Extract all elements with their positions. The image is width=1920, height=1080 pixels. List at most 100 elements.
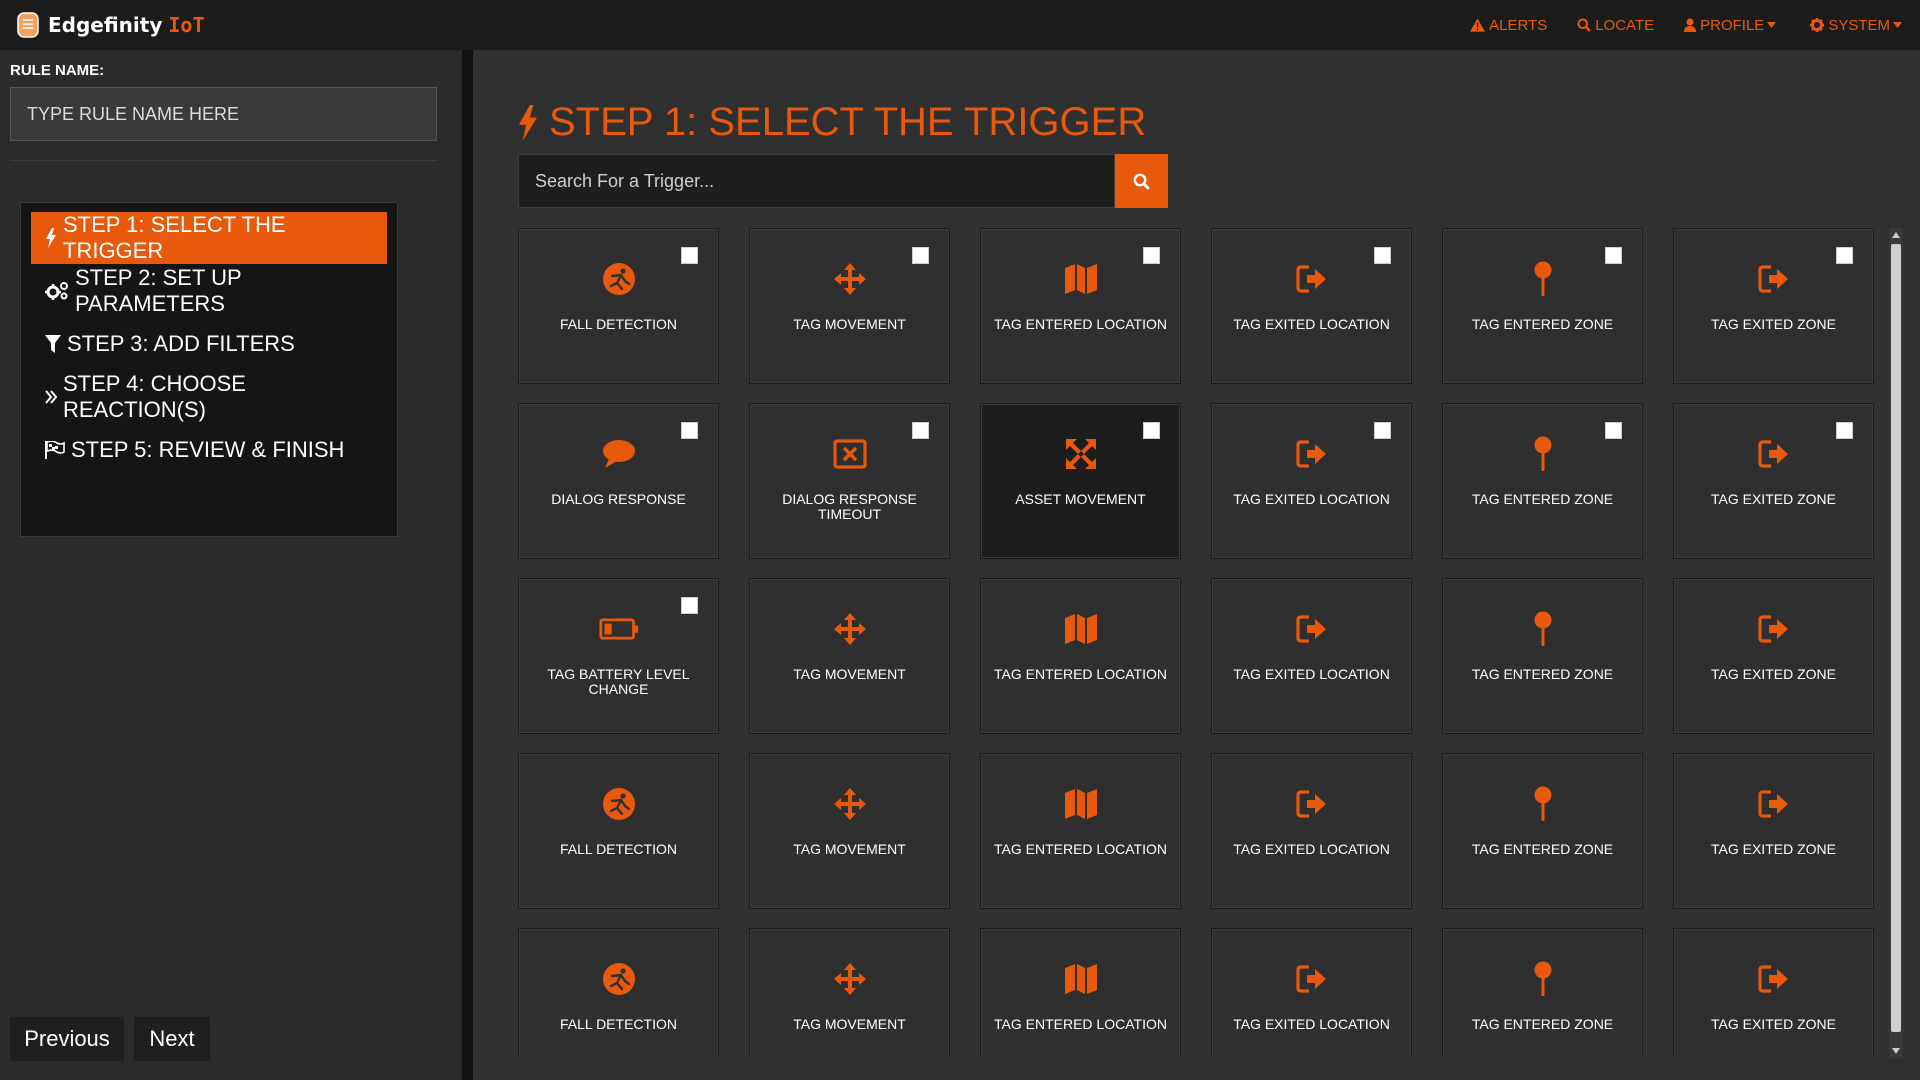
trigger-card[interactable]: TAG MOVEMENT xyxy=(749,753,950,909)
trigger-card[interactable]: TAG ENTERED LOCATION xyxy=(980,928,1181,1058)
trigger-checkbox[interactable] xyxy=(1374,422,1391,439)
trigger-card[interactable]: TAG ENTERED LOCATION xyxy=(980,753,1181,909)
trigger-card[interactable]: TAG BATTERY LEVEL CHANGE xyxy=(518,578,719,734)
trigger-checkbox[interactable] xyxy=(681,247,698,264)
battery-low-icon xyxy=(598,609,639,649)
sidebar-divider xyxy=(10,160,437,161)
gear-icon xyxy=(1810,18,1825,32)
trigger-checkbox[interactable] xyxy=(1605,422,1622,439)
map-pin-icon xyxy=(1523,609,1563,649)
trigger-card[interactable]: FALL DETECTION xyxy=(518,928,719,1058)
caret-down-icon xyxy=(1893,22,1902,28)
trigger-card[interactable]: FALL DETECTION xyxy=(518,753,719,909)
trigger-card[interactable]: FALL DETECTION xyxy=(518,228,719,384)
double-chevron-icon xyxy=(45,390,57,404)
trigger-label: TAG ENTERED LOCATION xyxy=(994,841,1167,857)
nav-locate[interactable]: LOCATE xyxy=(1577,17,1654,34)
trigger-card[interactable]: TAG EXITED ZONE xyxy=(1673,928,1874,1058)
trigger-card[interactable]: TAG EXITED LOCATION xyxy=(1211,928,1412,1058)
scroll-thumb[interactable] xyxy=(1891,244,1901,1032)
trigger-card[interactable]: TAG EXITED LOCATION xyxy=(1211,228,1412,384)
trigger-checkbox[interactable] xyxy=(1605,247,1622,264)
next-button[interactable]: Next xyxy=(134,1017,210,1061)
step-label: STEP 3: ADD FILTERS xyxy=(67,331,295,356)
step-label: STEP 1: SELECT THE TRIGGER xyxy=(63,212,286,263)
sidebar: RULE NAME: STEP 1: SELECT THE TRIGGER ST… xyxy=(0,50,462,1080)
flag-icon xyxy=(45,441,65,459)
trigger-card[interactable]: TAG ENTERED LOCATION xyxy=(980,578,1181,734)
trigger-label: FALL DETECTION xyxy=(560,316,677,332)
step-2-set-up-parameters[interactable]: STEP 2: SET UP PARAMETERS xyxy=(31,265,387,317)
map-icon xyxy=(1061,784,1101,824)
trigger-label: TAG EXITED ZONE xyxy=(1711,666,1836,682)
step-3-add-filters[interactable]: STEP 3: ADD FILTERS xyxy=(31,318,387,370)
trigger-card[interactable]: TAG ENTERED ZONE xyxy=(1442,578,1643,734)
trigger-label: TAG ENTERED LOCATION xyxy=(994,666,1167,682)
trigger-card[interactable]: TAG EXITED ZONE xyxy=(1673,403,1874,559)
search-icon xyxy=(1133,173,1150,190)
trigger-card[interactable]: TAG MOVEMENT xyxy=(749,578,950,734)
trigger-card[interactable]: TAG EXITED ZONE xyxy=(1673,753,1874,909)
previous-button[interactable]: Previous xyxy=(10,1017,124,1061)
trigger-card[interactable]: TAG MOVEMENT xyxy=(749,928,950,1058)
trigger-label: TAG EXITED ZONE xyxy=(1711,1016,1836,1032)
map-icon xyxy=(1061,959,1101,999)
scrollbar[interactable] xyxy=(1889,228,1903,1058)
trigger-card[interactable]: TAG ENTERED ZONE xyxy=(1442,753,1643,909)
trigger-checkbox[interactable] xyxy=(1143,247,1160,264)
trigger-card[interactable]: TAG ENTERED ZONE xyxy=(1442,928,1643,1058)
trigger-card[interactable]: TAG EXITED LOCATION xyxy=(1211,753,1412,909)
trigger-label: FALL DETECTION xyxy=(560,841,677,857)
trigger-checkbox[interactable] xyxy=(912,422,929,439)
trigger-card[interactable]: TAG EXITED ZONE xyxy=(1673,228,1874,384)
trigger-label: TAG EXITED ZONE xyxy=(1711,316,1836,332)
rule-name-input[interactable] xyxy=(10,87,437,141)
trigger-checkbox[interactable] xyxy=(1374,247,1391,264)
trigger-label: ASSET MOVEMENT xyxy=(1015,491,1146,507)
move-arrows-icon xyxy=(830,609,870,649)
sign-out-icon xyxy=(1292,434,1332,474)
search-button[interactable] xyxy=(1115,154,1168,208)
map-icon xyxy=(1061,259,1101,299)
step-5-review-finish[interactable]: STEP 5: REVIEW & FINISH xyxy=(31,424,387,476)
trigger-card[interactable]: TAG ENTERED ZONE xyxy=(1442,403,1643,559)
trigger-card[interactable]: TAG EXITED LOCATION xyxy=(1211,578,1412,734)
brand-accent: IoT xyxy=(168,13,205,37)
trigger-search-input[interactable] xyxy=(518,154,1115,208)
trigger-card[interactable]: TAG MOVEMENT xyxy=(749,228,950,384)
trigger-checkbox[interactable] xyxy=(1143,422,1160,439)
sign-out-icon xyxy=(1292,784,1332,824)
sign-out-icon xyxy=(1754,784,1794,824)
trigger-label: FALL DETECTION xyxy=(560,1016,677,1032)
trigger-checkbox[interactable] xyxy=(912,247,929,264)
trigger-card[interactable]: TAG EXITED LOCATION xyxy=(1211,403,1412,559)
nav-profile[interactable]: PROFILE xyxy=(1684,17,1780,34)
nav-system[interactable]: SYSTEM xyxy=(1810,17,1906,34)
top-nav: ALERTS LOCATE PROFILE SYSTEM xyxy=(1440,17,1906,34)
trigger-label: TAG ENTERED ZONE xyxy=(1471,841,1614,857)
trigger-card[interactable]: ASSET MOVEMENT xyxy=(980,403,1181,559)
trigger-label: TAG BATTERY LEVEL CHANGE xyxy=(547,666,690,697)
trigger-card[interactable]: TAG ENTERED ZONE xyxy=(1442,228,1643,384)
trigger-checkbox[interactable] xyxy=(681,597,698,614)
main-panel: STEP 1: SELECT THE TRIGGER FALL DETECTIO… xyxy=(473,50,1920,1080)
trigger-checkbox[interactable] xyxy=(1836,247,1853,264)
nav-alerts[interactable]: ALERTS xyxy=(1470,17,1547,34)
brand[interactable]: Edgefinity IoT xyxy=(16,12,205,38)
nav-profile-label: PROFILE xyxy=(1700,16,1765,34)
trigger-checkbox[interactable] xyxy=(1836,422,1853,439)
step-4-choose-reactions[interactable]: STEP 4: CHOOSE REACTION(S) xyxy=(31,371,387,423)
fall-detection-icon xyxy=(599,959,639,999)
trigger-card[interactable]: DIALOG RESPONSE xyxy=(518,403,719,559)
bolt-icon xyxy=(519,104,537,141)
trigger-label: TAG ENTERED ZONE xyxy=(1471,666,1614,682)
trigger-card[interactable]: TAG EXITED ZONE xyxy=(1673,578,1874,734)
trigger-checkbox[interactable] xyxy=(681,422,698,439)
scroll-down-arrow[interactable] xyxy=(1892,1048,1900,1054)
trigger-card[interactable]: DIALOG RESPONSE TIMEOUT xyxy=(749,403,950,559)
sign-out-icon xyxy=(1754,609,1794,649)
trigger-card[interactable]: TAG ENTERED LOCATION xyxy=(980,228,1181,384)
gears-icon xyxy=(45,282,68,300)
step-1-select-trigger[interactable]: STEP 1: SELECT THE TRIGGER xyxy=(31,212,387,264)
scroll-up-arrow[interactable] xyxy=(1892,232,1900,238)
